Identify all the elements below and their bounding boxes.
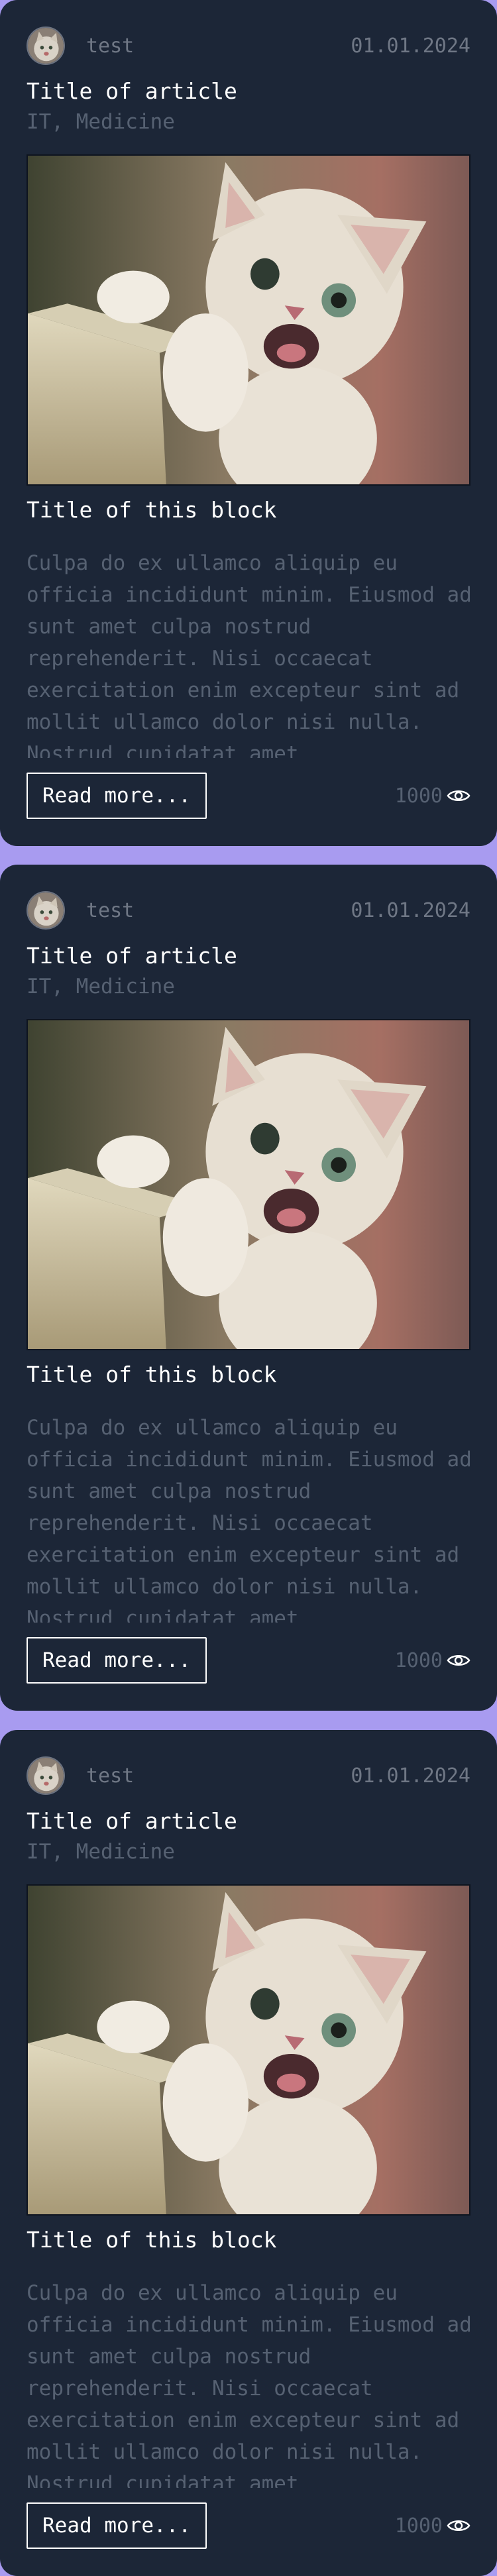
avatar[interactable] (27, 891, 65, 930)
avatar[interactable] (27, 1756, 65, 1795)
article-tags: IT, Medicine (27, 975, 175, 998)
block-title: Title of this block (27, 2227, 277, 2253)
article-image (27, 1019, 470, 1350)
article-card: test 01.01.2024 Title of article IT, Med… (0, 865, 497, 1711)
article-title: Title of article (27, 78, 237, 104)
article-tags: IT, Medicine (27, 110, 175, 134)
eye-icon (447, 790, 470, 801)
article-card: test 01.01.2024 Title of article IT, Med… (0, 0, 497, 846)
view-counter: 1000 (395, 1649, 470, 1672)
avatar-cat-image (28, 1758, 64, 1794)
read-more-button[interactable]: Read more... (27, 773, 207, 819)
block-body-text: Culpa do ex ullamco aliquip eu officia i… (27, 1416, 472, 1623)
views-count: 1000 (394, 784, 443, 808)
read-more-button[interactable]: Read more... (27, 1637, 207, 1684)
article-card: test 01.01.2024 Title of article IT, Med… (0, 1730, 497, 2576)
card-header: test 01.01.2024 (27, 890, 470, 930)
avatar[interactable] (27, 27, 65, 65)
post-date: 01.01.2024 (351, 1764, 470, 1788)
block-title: Title of this block (27, 497, 277, 523)
eye-icon (447, 1655, 470, 1666)
author-name: test (86, 899, 135, 922)
article-title: Title of article (27, 1808, 237, 1834)
view-counter: 1000 (394, 784, 470, 808)
avatar-cat-image (28, 892, 64, 928)
article-feed: test 01.01.2024 Title of article IT, Med… (0, 0, 497, 2576)
article-image (27, 154, 470, 486)
view-counter: 1000 (394, 2514, 470, 2538)
block-body-text: Culpa do ex ullamco aliquip eu officia i… (27, 2281, 472, 2488)
views-count: 1000 (394, 1648, 443, 1672)
article-image (27, 1884, 470, 2216)
block-body-text: Culpa do ex ullamco aliquip eu officia i… (27, 551, 472, 758)
views-count: 1000 (394, 2514, 443, 2538)
author-name: test (86, 1764, 135, 1788)
eye-icon (447, 2520, 470, 2531)
article-tags: IT, Medicine (27, 1840, 175, 1864)
block-title: Title of this block (27, 1362, 277, 1387)
avatar-cat-image (28, 28, 64, 64)
post-date: 01.01.2024 (351, 899, 470, 922)
read-more-button[interactable]: Read more... (27, 2502, 207, 2549)
card-header: test 01.01.2024 (27, 1755, 470, 1795)
article-title: Title of article (27, 943, 237, 969)
author-name: test (86, 34, 135, 58)
card-header: test 01.01.2024 (27, 25, 470, 65)
post-date: 01.01.2024 (351, 34, 470, 58)
